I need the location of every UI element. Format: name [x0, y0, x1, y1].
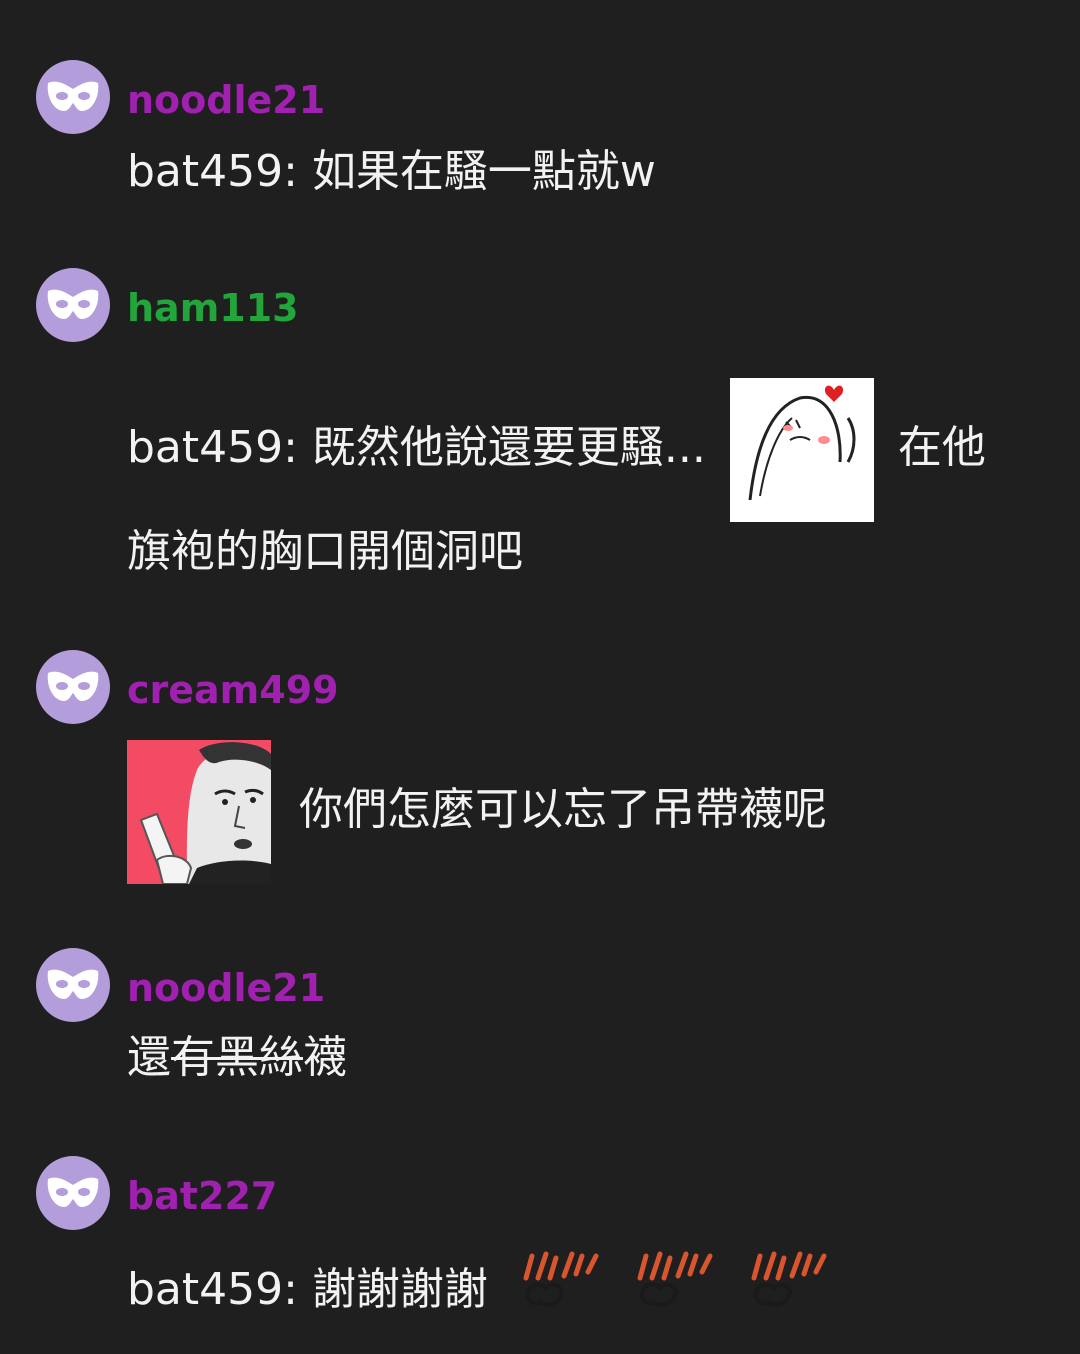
message-text: bat459: 如果在騷一點就w	[127, 146, 656, 197]
blushing-ghost-heart-sticker[interactable]	[729, 378, 874, 522]
mask-icon	[47, 81, 99, 111]
message-text: 你們怎麼可以忘了吊帶襪呢	[299, 784, 827, 835]
mask-icon	[47, 1177, 99, 1207]
message-text: bat459: 既然他說還要更騷...	[127, 422, 706, 473]
clapping-hands-icon[interactable]	[744, 1248, 830, 1336]
pointing-man-sticker[interactable]	[127, 740, 271, 885]
avatar[interactable]	[36, 650, 110, 724]
username[interactable]: noodle21	[127, 966, 325, 1010]
username[interactable]: ham113	[127, 286, 299, 330]
mask-icon	[47, 969, 99, 999]
clapping-hands-icon[interactable]	[516, 1248, 602, 1336]
avatar[interactable]	[36, 1156, 110, 1230]
message-text: bat459: 謝謝謝謝	[127, 1264, 488, 1315]
mask-icon	[47, 671, 99, 701]
message-text: 還	[127, 1032, 171, 1083]
message-text-line: 還有黑絲襪	[127, 1018, 347, 1098]
message-text: 旗袍的胸口開個洞吧	[127, 526, 523, 577]
strikethrough-text: 有黑絲	[171, 1032, 303, 1083]
avatar[interactable]	[36, 60, 110, 134]
username[interactable]: cream499	[127, 668, 339, 712]
username[interactable]: noodle21	[127, 78, 325, 122]
message-text-line: 你們怎麼可以忘了吊帶襪呢	[127, 738, 827, 885]
mask-icon	[47, 289, 99, 319]
message-text: 在他	[897, 422, 986, 473]
clapping-hands-icon[interactable]	[630, 1248, 716, 1336]
message-text-line: bat459: 謝謝謝謝	[127, 1248, 830, 1336]
message-text-line: bat459: 既然他說還要更騷... 在他	[127, 376, 986, 522]
username[interactable]: bat227	[127, 1174, 277, 1218]
avatar[interactable]	[36, 948, 110, 1022]
avatar[interactable]	[36, 268, 110, 342]
message-text: 襪	[303, 1032, 347, 1083]
